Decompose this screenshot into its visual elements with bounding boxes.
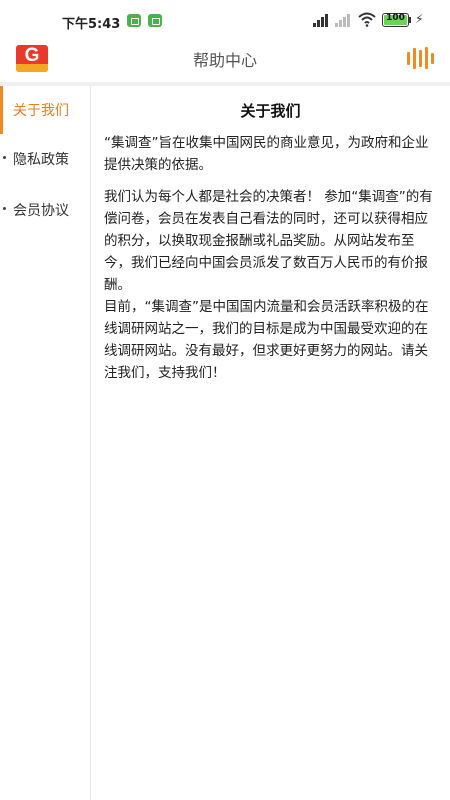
bullet-dot [3,207,6,210]
status-bar: 下午5:43 100 ⚡ [0,0,450,42]
sidebar-item-privacy-policy[interactable]: 隐私政策 [0,135,90,183]
battery-icon: 100 [382,13,409,27]
content-panel: 关于我们 “集调查”旨在收集中国网民的商业意见，为政府和企业提供决策的依据。 我… [91,86,450,800]
content-title: 关于我们 [240,102,301,120]
app-header: G 帮助中心 [0,42,450,82]
sidebar-item-label: 会员协议 [13,203,69,219]
charging-bolt-icon: ⚡ [415,12,424,26]
notification-icon [148,14,162,27]
battery-cap [409,17,411,23]
sidebar-nav: 关于我们 隐私政策 会员协议 [0,86,91,800]
signal-icon-secondary [335,13,353,27]
wifi-icon [358,12,376,27]
notification-icon [127,14,141,27]
bullet-dot [3,156,6,159]
status-time: 下午5:43 [62,17,121,32]
sidebar-item-label: 隐私政策 [13,152,69,168]
page-title: 帮助中心 [192,51,257,70]
sidebar-item-label: 关于我们 [13,103,69,119]
signal-icon [313,13,331,27]
content-paragraph: 目前，“集调查”是中国国内流量和会员活跃率积极的在线调研网站之一，我们的目标是成… [104,299,429,381]
content-paragraph: “集调查”旨在收集中国网民的商业意见，为政府和企业提供决策的依据。 [104,135,429,173]
sidebar-item-member-agreement[interactable]: 会员协议 [0,186,90,234]
audio-bars-icon[interactable] [406,47,434,69]
content-paragraph: 我们认为每个人都是社会的决策者！ 参加“集调查”的有偿问卷，会员在发表自己看法的… [104,189,433,293]
active-indicator [0,86,3,134]
sidebar-item-about-us[interactable]: 关于我们 [0,86,90,134]
battery-level: 100 [386,13,405,23]
